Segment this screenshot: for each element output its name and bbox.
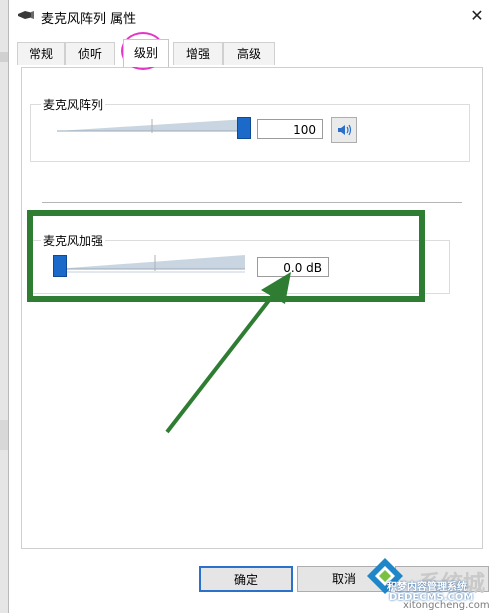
background-window-mark [0, 420, 8, 450]
tab-advanced[interactable]: 高级 [223, 42, 275, 65]
tab-listen[interactable]: 侦听 [65, 42, 115, 65]
microphone-icon [18, 11, 34, 19]
background-window-mark [0, 52, 8, 62]
window-title: 麦克风阵列 属性 [41, 12, 137, 27]
speaker-icon [338, 124, 352, 136]
watermark-line1: 积梦内容管理系统 [387, 582, 467, 593]
tab-general[interactable]: 常规 [17, 42, 65, 65]
watermark-line3: xitongcheng.com [403, 600, 490, 611]
annotation-arrow [165, 272, 291, 434]
tab-levels[interactable]: 级别 [123, 39, 169, 67]
mic-array-value[interactable]: 100 [257, 119, 323, 139]
close-button[interactable]: ✕ [463, 4, 491, 28]
section-divider [42, 202, 462, 203]
ok-button[interactable]: 确定 [199, 566, 293, 592]
mic-array-group: 麦克风阵列 100 [30, 96, 470, 162]
tab-enhancements[interactable]: 增强 [173, 42, 223, 65]
mic-array-slider-thumb[interactable] [237, 117, 251, 139]
mic-array-label: 麦克风阵列 [41, 96, 106, 113]
title-bar[interactable]: 麦克风阵列 属性 ✕ [9, 0, 500, 32]
speaker-mute-button[interactable] [331, 117, 357, 143]
properties-dialog: 麦克风阵列 属性 ✕ 常规 侦听 级别 增强 高级 麦克风阵列 100 麦克风加… [8, 0, 500, 613]
mic-array-slider-track[interactable] [57, 117, 247, 135]
